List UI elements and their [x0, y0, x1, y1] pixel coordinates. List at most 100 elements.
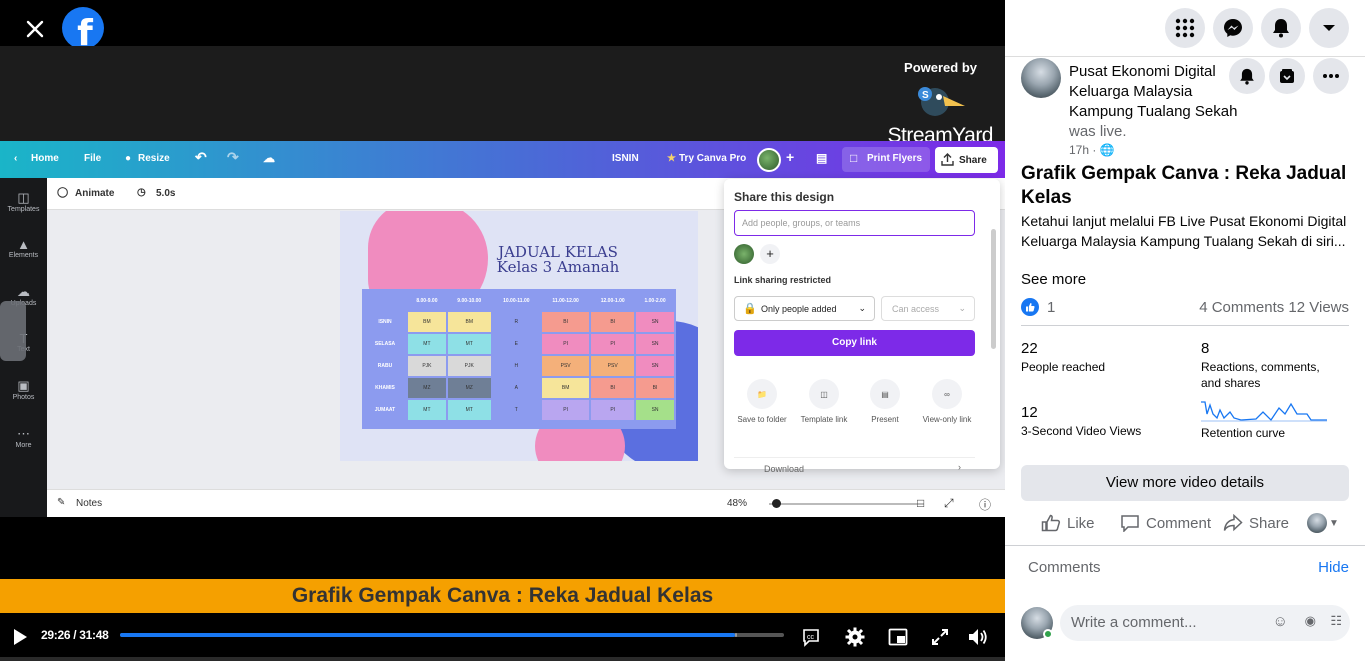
help-icon[interactable]: ⓘ: [979, 496, 991, 513]
comment-button[interactable]: Comment: [1120, 514, 1211, 532]
star-icon: ★: [667, 153, 676, 164]
timetable-header-cell: 8.00-9.00: [416, 297, 438, 304]
fullscreen-expand-icon[interactable]: [928, 625, 952, 649]
canva-share-button[interactable]: Share: [935, 147, 998, 173]
template-icon: ◫: [809, 379, 839, 409]
sticker-icon[interactable]: ☷: [1330, 613, 1342, 629]
canva-home-link[interactable]: Home: [31, 153, 59, 164]
settings-gear-icon[interactable]: [843, 625, 867, 649]
templates-icon: ◫: [17, 190, 30, 205]
view-only-link-option[interactable]: ∞ View-only link: [912, 379, 982, 424]
menu-grid-icon[interactable]: [1165, 8, 1205, 48]
duration-button[interactable]: 5.0s: [156, 188, 175, 199]
comments-views-count[interactable]: 4 Comments 12 Views: [1199, 299, 1349, 316]
fullscreen-icon[interactable]: ⤢: [944, 496, 954, 511]
poster-name-link[interactable]: Pusat Ekonomi Digital Keluarga Malaysia …: [1069, 63, 1237, 120]
download-label: Download: [764, 464, 805, 474]
plus-icon[interactable]: +: [786, 149, 794, 165]
access-scope-select[interactable]: 🔒 Only people added ⌄: [734, 296, 875, 321]
messenger-icon[interactable]: [1213, 8, 1253, 48]
timetable-subject-cell: PI: [591, 334, 635, 354]
notifications-bell-icon[interactable]: [1261, 8, 1301, 48]
download-option[interactable]: Download ›: [734, 457, 975, 477]
zoom-slider-handle[interactable]: [772, 499, 781, 508]
video-progress-bar[interactable]: [120, 633, 784, 637]
play-icon[interactable]: [8, 625, 32, 649]
volume-icon[interactable]: [966, 625, 990, 649]
timetable-subject-cell: BI: [541, 312, 590, 332]
stat-video-views: 12 3-Second Video Views: [1021, 405, 1141, 439]
undo-icon[interactable]: ↶: [195, 149, 207, 166]
write-comment-input[interactable]: Write a comment... ☺ ◉ ☷: [1060, 605, 1350, 641]
reaction-count[interactable]: 1: [1047, 299, 1055, 316]
see-more-link[interactable]: See more: [1021, 271, 1086, 288]
account-chevron-down-icon[interactable]: [1309, 8, 1349, 48]
video-controls: 29:26 / 31:48 cc: [0, 613, 1005, 661]
mini-player-icon[interactable]: [886, 625, 910, 649]
timetable-subject-cell: T: [492, 400, 540, 420]
try-canva-pro-button[interactable]: Try Canva Pro: [679, 153, 746, 164]
copy-link-button[interactable]: Copy link: [734, 330, 975, 356]
timetable-subject-cell: SN: [636, 356, 674, 376]
notes-button[interactable]: Notes: [76, 498, 102, 509]
redo-icon[interactable]: ↷: [227, 149, 239, 166]
canva-resize-button[interactable]: Resize: [138, 153, 170, 164]
actor-selector[interactable]: ▼: [1307, 513, 1339, 533]
design-page[interactable]: JADUAL KELAS Kelas 3 Amanah 8.00-9.00 9.0…: [340, 211, 698, 461]
timetable-subject-cell: PI: [541, 334, 590, 354]
canva-file-menu[interactable]: File: [84, 153, 101, 164]
captions-icon[interactable]: cc: [799, 625, 823, 649]
canva-page-name[interactable]: ISNIN: [612, 153, 639, 164]
photos-icon: ▣: [17, 378, 30, 393]
page-view-icon[interactable]: □: [917, 496, 924, 510]
sidebar-item-templates[interactable]: ◫ Templates: [0, 190, 47, 213]
close-icon[interactable]: [18, 12, 52, 46]
poster-line: Pusat Ekonomi Digital Keluarga Malaysia …: [1069, 62, 1239, 142]
sidebar-item-more[interactable]: ⋯ More: [0, 426, 47, 449]
hide-comments-link[interactable]: Hide: [1318, 559, 1349, 576]
timetable-header-cell: [364, 291, 406, 310]
save-bookmark-icon[interactable]: [1269, 58, 1305, 94]
follow-bell-icon[interactable]: [1229, 58, 1265, 94]
analytics-icon[interactable]: ▤: [816, 151, 827, 165]
option-label: View-only link: [922, 415, 972, 424]
timetable-day-cell: RABU: [377, 363, 393, 369]
timetable-header-cell: 12.00-1.00: [600, 297, 625, 304]
collapse-handle-icon[interactable]: [0, 301, 26, 361]
add-collaborator-icon[interactable]: +: [760, 244, 780, 264]
stat-label: 3-Second Video Views: [1021, 424, 1142, 438]
zoom-slider[interactable]: [769, 503, 924, 505]
timetable-subject-cell: A: [492, 378, 540, 398]
add-people-input[interactable]: Add people, groups, or teams: [734, 210, 975, 236]
share-button[interactable]: Share: [1223, 514, 1289, 532]
popup-scrollbar[interactable]: [991, 229, 996, 349]
timetable-day-cell: KHAMIS: [375, 385, 395, 391]
stat-label: People reached: [1021, 360, 1106, 374]
svg-text:S: S: [922, 90, 929, 101]
globe-icon: 🌐: [1099, 143, 1115, 157]
sidebar-item-photos[interactable]: ▣ Photos: [0, 378, 47, 401]
view-more-details-button[interactable]: View more video details: [1021, 465, 1349, 501]
stat-label: Reactions, comments, and shares: [1201, 360, 1320, 390]
option-label: Save to folder: [737, 415, 787, 424]
sidebar-item-elements[interactable]: ▲ Elements: [0, 237, 47, 259]
timetable-subject-cell: BM: [541, 378, 590, 398]
timetable-subject-cell: SN: [636, 312, 674, 332]
more-options-icon[interactable]: [1313, 58, 1349, 94]
facebook-logo-icon[interactable]: f: [62, 7, 104, 49]
animate-button[interactable]: Animate: [75, 188, 114, 199]
page-avatar[interactable]: [1021, 58, 1061, 98]
chevron-left-icon[interactable]: ‹: [14, 153, 17, 164]
post-time-text[interactable]: 17h ·: [1069, 143, 1096, 157]
save-to-folder-option[interactable]: 📁 Save to folder: [727, 379, 797, 424]
permission-select[interactable]: Can access ⌄: [881, 296, 975, 321]
present-option[interactable]: ▤ Present: [850, 379, 920, 424]
canva-editor: ‹ Home File ● Resize ↶ ↷ ☁ ISNIN ★ Try C…: [0, 141, 1005, 517]
camera-icon[interactable]: ◉: [1305, 613, 1316, 629]
like-button[interactable]: Like: [1041, 514, 1095, 532]
emoji-icon[interactable]: ☺: [1273, 613, 1288, 630]
template-link-option[interactable]: ◫ Template link: [789, 379, 859, 424]
sidebar-label: Photos: [12, 394, 35, 401]
like-reaction-icon[interactable]: [1021, 298, 1039, 316]
canva-user-avatar[interactable]: [757, 148, 781, 172]
